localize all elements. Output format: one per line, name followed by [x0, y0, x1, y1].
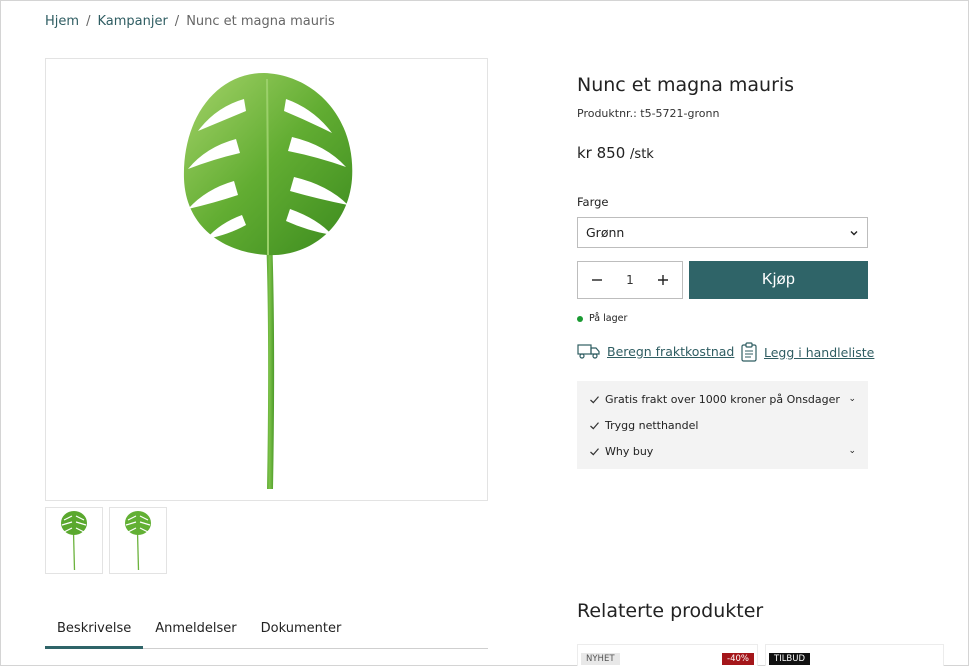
- minus-icon: [592, 279, 602, 281]
- product-tabs: Beskrivelse Anmeldelser Dokumenter: [45, 618, 488, 649]
- tab-description[interactable]: Beskrivelse: [45, 618, 144, 649]
- related-product-card[interactable]: TILBUD: [765, 644, 944, 666]
- calculate-freight-label[interactable]: Beregn fraktkostnad: [607, 344, 734, 359]
- usp-list: Gratis frakt over 1000 kroner på Onsdage…: [577, 381, 868, 469]
- quantity-stepper: 1: [577, 261, 683, 299]
- check-icon: [590, 421, 599, 429]
- discount-badge: -40%: [722, 653, 754, 665]
- breadcrumb-link-home[interactable]: Hjem: [45, 14, 79, 29]
- offer-badge: TILBUD: [769, 653, 811, 665]
- color-select-value: Grønn: [586, 225, 625, 240]
- clipboard-icon: [741, 342, 757, 362]
- stock-status: På lager: [577, 313, 627, 324]
- chevron-down-icon: ⌄: [848, 446, 856, 456]
- stock-text: På lager: [589, 313, 628, 324]
- breadcrumb-current: Nunc et magna mauris: [186, 14, 335, 29]
- usp-item-why-buy[interactable]: Why buy ⌄: [589, 438, 856, 464]
- breadcrumb-separator: /: [174, 14, 180, 29]
- add-to-shopping-list-link[interactable]: Legg i handleliste: [740, 342, 874, 362]
- price-unit: /stk: [630, 147, 654, 162]
- product-sku: Produktnr.: t5-5721-gronn: [577, 107, 720, 120]
- usp-label: Why buy: [605, 444, 654, 458]
- tab-reviews[interactable]: Anmeldelser: [143, 618, 248, 649]
- usp-label: Trygg netthandel: [605, 418, 699, 432]
- thumbnail-1[interactable]: [45, 507, 103, 574]
- product-title: Nunc et magna mauris: [577, 74, 795, 96]
- check-icon: [590, 447, 599, 455]
- monstera-leaf-image: [183, 73, 353, 489]
- add-to-shopping-list-label[interactable]: Legg i handleliste: [764, 345, 874, 360]
- chevron-down-icon: [850, 230, 858, 235]
- truck-icon: [577, 344, 600, 359]
- quantity-input[interactable]: 1: [626, 273, 634, 287]
- breadcrumb-link-campaigns[interactable]: Kampanjer: [97, 14, 167, 29]
- plus-icon: [657, 275, 668, 285]
- buy-button[interactable]: Kjøp: [689, 261, 868, 299]
- thumbnail-2[interactable]: [109, 507, 167, 574]
- usp-label: Gratis frakt over 1000 kroner på Onsdage…: [605, 392, 840, 406]
- usp-item-safe-shopping: Trygg netthandel: [589, 412, 856, 438]
- usp-item-free-shipping[interactable]: Gratis frakt over 1000 kroner på Onsdage…: [589, 386, 856, 412]
- related-products-title: Relaterte produkter: [577, 600, 764, 622]
- breadcrumb-separator: /: [86, 14, 91, 29]
- related-product-card[interactable]: NYHET -40%: [577, 644, 758, 666]
- new-badge: NYHET: [581, 653, 620, 665]
- color-label: Farge: [577, 195, 609, 209]
- tab-documents[interactable]: Dokumenter: [249, 618, 354, 649]
- monstera-thumbnail-image: [61, 511, 87, 571]
- product-main-image[interactable]: [45, 58, 488, 501]
- increase-quantity-button[interactable]: [654, 271, 672, 289]
- color-select[interactable]: Grønn: [577, 217, 868, 248]
- check-icon: [590, 395, 599, 403]
- price-value: kr 850: [577, 144, 626, 162]
- monstera-thumbnail-image: [125, 511, 151, 571]
- chevron-down-icon: ⌄: [848, 394, 856, 404]
- stock-indicator-dot: [577, 315, 583, 322]
- decrease-quantity-button[interactable]: [588, 271, 606, 289]
- calculate-freight-link[interactable]: Beregn fraktkostnad: [577, 342, 734, 360]
- breadcrumb: Hjem / Kampanjer / Nunc et magna mauris: [45, 14, 335, 29]
- product-price: kr 850 /stk: [577, 144, 654, 162]
